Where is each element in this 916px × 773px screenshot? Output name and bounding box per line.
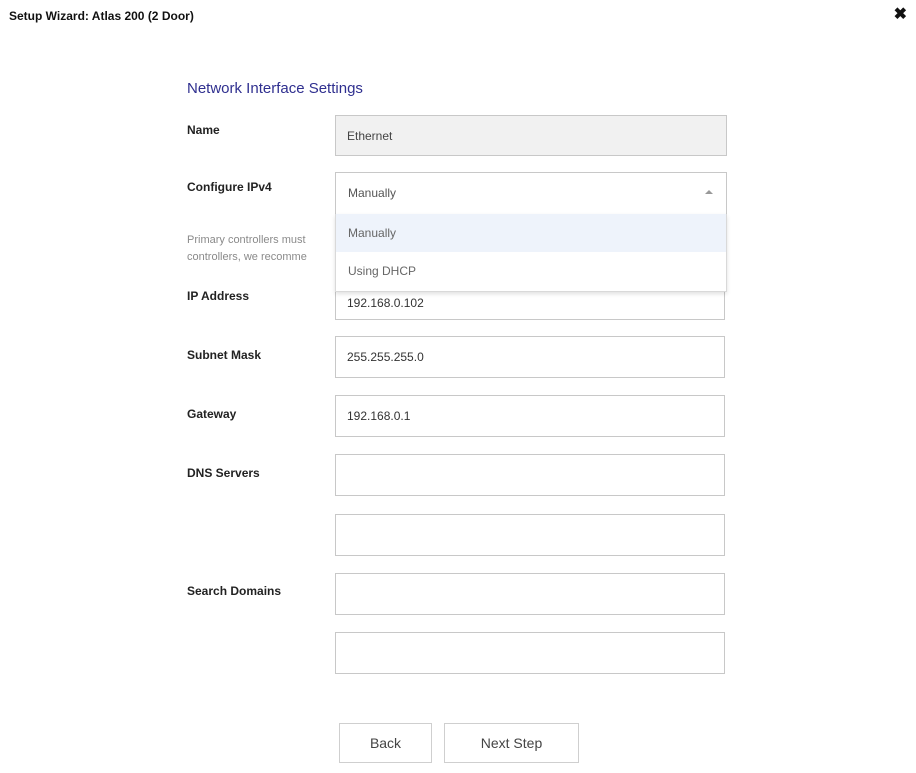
subnet-mask-label: Subnet Mask	[187, 348, 262, 362]
configure-ipv4-label: Configure IPv4	[187, 180, 272, 194]
configure-ipv4-selected: Manually	[348, 186, 397, 200]
configure-ipv4-dropdown: Manually Using DHCP	[335, 214, 727, 292]
help-text: Primary controllers must controllers, we…	[187, 232, 337, 268]
search-domain-2-field[interactable]	[335, 632, 725, 674]
next-step-button[interactable]: Next Step	[444, 723, 579, 763]
dns-server-2-field[interactable]	[335, 514, 725, 556]
section-heading: Network Interface Settings	[187, 80, 363, 97]
option-using-dhcp[interactable]: Using DHCP	[336, 252, 726, 290]
search-domain-1-field[interactable]	[335, 573, 725, 615]
title-bar: Setup Wizard: Atlas 200 (2 Door) ✖	[0, 0, 916, 34]
name-field: Ethernet	[335, 115, 727, 156]
chevron-up-icon	[705, 190, 713, 194]
ip-address-label: IP Address	[187, 289, 250, 303]
dns-server-1-field[interactable]	[335, 454, 725, 496]
help-line-1: Primary controllers must	[187, 234, 306, 246]
close-icon[interactable]: ✖	[894, 5, 907, 25]
configure-ipv4-select[interactable]: Manually	[335, 172, 727, 215]
dns-servers-label: DNS Servers	[187, 466, 260, 480]
option-manually[interactable]: Manually	[336, 214, 726, 252]
name-label: Name	[187, 123, 220, 137]
gateway-label: Gateway	[187, 407, 237, 421]
window-title: Setup Wizard: Atlas 200 (2 Door)	[9, 9, 194, 23]
search-domains-label: Search Domains	[187, 584, 282, 598]
back-button[interactable]: Back	[339, 723, 432, 763]
subnet-mask-field[interactable]	[335, 336, 725, 378]
gateway-field[interactable]	[335, 395, 725, 437]
help-line-2: controllers, we recomme	[187, 251, 307, 263]
